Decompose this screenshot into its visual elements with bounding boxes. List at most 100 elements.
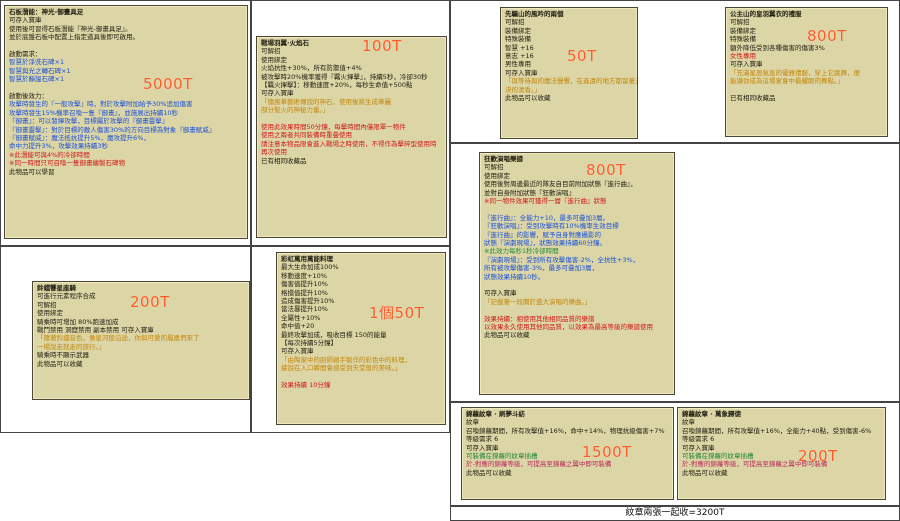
- concert-score-price: 800T: [586, 161, 626, 179]
- tooltip-line: 使用之兩者共同裝備時重疊使用: [261, 131, 352, 140]
- tooltip-line: 已有相同收藏品: [261, 156, 307, 165]
- tooltip-line: 於-對應的錦蘿等級，可提高至錦蘿之翼中即可裝備: [682, 460, 828, 469]
- tooltip-line: 使用後對周邊最近的隊友自目前附加狀態『進行曲』，: [484, 180, 637, 189]
- tooltip-line: 『狂歡演唱』：受到攻擊時有10%機率生效目標: [484, 222, 619, 231]
- tooltip-line: 效果持續 10分鐘: [281, 381, 331, 390]
- badge-allvirtue-tooltip: 錦蘿紋章 · 萬象歸德 紋章 召喚錦蘿期間，所有攻擊值+16%，全能力+40點，受到…: [677, 407, 886, 500]
- tooltip-line: 使用綁定: [261, 55, 287, 64]
- tooltip-title: 公主山的皇羽翼衣的禮服: [730, 10, 802, 18]
- tooltip-line: 特殊裝備: [505, 35, 531, 44]
- tooltip-title: 石板潛能：神光-御畫具足: [9, 8, 84, 16]
- tooltip-line: 一場說走就走的旅行。」: [37, 342, 106, 351]
- tooltip-line: 可存入寶庫: [9, 16, 42, 25]
- tooltip-line: 「隨著鈴鐺音色，像星河般沿途，你與可愛的鳳凰們來了: [37, 334, 200, 343]
- tooltip-line: 使用後可習得石板潛能『神光-御畫具足』。: [9, 24, 132, 33]
- tooltip-line: 可解招: [505, 18, 525, 27]
- tooltip-line: 據說在入口瞬間會感受到天堂般的美味。」: [281, 364, 402, 373]
- rainbow-dish-price: 1個50T: [369, 304, 425, 322]
- tooltip-line: 於-對應的錦蘿等級，可提高至錦蘿之翼中即可裝備: [466, 460, 612, 469]
- tooltip-line: 再次使用: [261, 148, 287, 157]
- tooltip-line: 可存入寶庫: [281, 347, 314, 356]
- aeolian-outfit-price: 50T: [567, 47, 597, 65]
- tooltip-line: 並對自身附加狀態『狂歡演唱』: [484, 188, 575, 197]
- tooltip-title: 狂歡演唱樂譜: [484, 155, 523, 163]
- badge-dreamweave-tooltip: 錦蘿紋章 · 刷夢斗紡 紋章 召喚錦蘿期間，所有攻擊值+16%，命中+14%，物理抗…: [461, 407, 674, 500]
- stone-tablet-tooltip: 石板潛能：神光-御畫具足 可存入寶庫 使用後可習得石板潛能『神光-御畫具足』。 並於底…: [4, 5, 248, 239]
- tooltip-line: 智慧與光之轉石碑×1: [9, 66, 71, 75]
- tooltip-line: 「隨風華藝術傳說的神石，使用後將生成華麗: [261, 97, 391, 106]
- tooltip-line: [484, 205, 670, 213]
- tooltip-line: 狀態效果持續10秒。: [484, 272, 545, 281]
- wing-stone-price: 100T: [362, 37, 402, 55]
- tooltip-line: 可存入寶庫: [261, 89, 294, 98]
- tooltip-line: [730, 86, 883, 94]
- tooltip-line: 可存入寶庫: [466, 443, 499, 452]
- tooltip-line: 使用綁定: [484, 171, 510, 180]
- tooltip-title: 戰場羽翼·火焰石: [261, 39, 309, 47]
- tooltip-line: 紋章: [682, 418, 695, 427]
- tooltip-line: 等級需求 6: [682, 435, 715, 444]
- bell-mount-price: 200T: [130, 293, 170, 311]
- aeolian-outfit-tooltip: 先驅山的風吟的兩個 可解招 裝備綁定 特殊裝備 智慧 +16 意志 +16 男性專用 可存入寶…: [500, 7, 638, 139]
- tooltip-line: [9, 42, 243, 50]
- wing-stone-tooltip: 戰場羽翼·火焰石 可解招 使用綁定 火焰抗性+30%，所有防禦值+4% 被攻擊時20%機…: [256, 36, 447, 238]
- tooltip-line: [261, 115, 442, 123]
- tooltip-line: 等級需求 6: [466, 435, 499, 444]
- tooltip-line: 此物品可以收藏: [466, 468, 512, 477]
- tooltip-line: 移動速度+10%: [281, 271, 327, 280]
- tooltip-line: 火焰抗性+30%，所有防禦值+4%: [261, 64, 362, 73]
- tooltip-line: 此物品可以收藏: [682, 468, 728, 477]
- tooltip-title: 錦蘿紋章 · 刷夢斗紡: [466, 410, 525, 418]
- tooltip-line: ※同一時間只可召喚一隻御畫繪製石碑物: [9, 159, 125, 168]
- tooltip-line: 所有被攻擊傷害-3%，最多可疊加3層，: [484, 264, 599, 273]
- tooltip-line: 可存入寶庫: [484, 289, 517, 298]
- tooltip-line: 『進行曲』的影響，賦予自身對應攝影的: [484, 230, 601, 239]
- tooltip-line: 智慧於淨洗石碑×1: [9, 58, 65, 67]
- tooltip-line: 『演劇現場』：受到所有攻擊傷害-2%，全抗性+3%，: [484, 255, 640, 264]
- tooltip-line: 攻擊時發生的『一般攻擊』時，對於攻擊附加給予30%追加傷害: [9, 100, 193, 109]
- badge-dreamweave-price: 1500T: [582, 443, 632, 461]
- bundle-price-note: 紋章兩張一起收=3200T: [450, 506, 900, 521]
- princess-dress-price: 800T: [807, 27, 847, 45]
- tooltip-line: 「充滿星辰氣息的優雅禮服，穿上它跳舞，便: [730, 68, 860, 77]
- tooltip-line: 並於底盤石板中配置上指定道具後即可啟用。: [9, 33, 139, 42]
- tooltip-line: 此物品可以收藏: [37, 359, 83, 368]
- tooltip-line: 命中力提升3%，攻擊效果持續3秒: [9, 142, 108, 151]
- tooltip-line: ※同一物件效果可獲得一層『進行曲』狀態: [484, 197, 607, 206]
- tooltip-line: 可解招: [730, 18, 750, 27]
- tooltip-line: 此物品可以收藏: [484, 331, 530, 340]
- tooltip-line: 『進行曲』：全能力+10，最多可疊加3層。: [484, 213, 610, 222]
- tooltip-line: 最大生命加成100%: [281, 263, 339, 272]
- tooltip-line: [484, 306, 670, 314]
- tooltip-line: 被攻擊時20%機率獲得『羈火揮擊』，持續5秒，冷卻30秒: [261, 72, 428, 81]
- tooltip-line: 『御畫』：可以發揮攻擊，目標屬於攻擊的『御畫靈擊』: [9, 117, 169, 126]
- tooltip-line: [9, 84, 243, 92]
- tooltip-line: 決的清香。」: [505, 85, 541, 94]
- tooltip-line: 騎乘時可增加 80%跑速加成: [37, 317, 119, 326]
- tooltip-line: 『御畫靈擊』：對於目標的敵人傷害30%的方向目標為對象『御畫賦威』: [9, 125, 216, 134]
- tooltip-line: 「記載著一段關於盛大演唱的樂曲。」: [484, 297, 592, 306]
- tooltip-line: 效果持續：相使用其他相同品質的樂譜: [484, 314, 595, 323]
- tooltip-line: 可存入寶庫: [682, 443, 715, 452]
- tooltip-title: 錦蘿紋章 · 萬象歸德: [682, 410, 741, 418]
- concert-score-tooltip: 狂歡演唱樂譜 可解招 使用綁定 使用後對周邊最近的隊友自目前附加狀態『進行曲』， 並對自…: [479, 152, 675, 395]
- tooltip-line: 裝備綁定: [505, 26, 531, 35]
- tooltip-line: 智慧於靜謐石碑×1: [9, 75, 65, 84]
- tooltip-line: 傷害值提升10%: [281, 280, 328, 289]
- tooltip-line: 召喚錦蘿期間，所有攻擊值+16%，全能力+40點，受到傷害-6%: [682, 426, 872, 435]
- tooltip-line: 能讓你成為這場宴會中最耀眼的舞點。」: [730, 77, 844, 86]
- tooltip-line: 召喚錦蘿期間，所有攻擊值+16%，命中+14%，物理抗級傷害+7%: [466, 426, 665, 435]
- tooltip-line: 此物品可以收藏: [505, 94, 551, 103]
- tooltip-line: 部分聖火的神秘力量。」: [261, 106, 330, 115]
- tooltip-line: 可存入寶庫: [730, 60, 763, 69]
- badge-allvirtue-price: 200T: [798, 447, 838, 465]
- stone-tablet-price: 5000T: [143, 75, 193, 93]
- rainbow-dish-tooltip: 彩虹萬用萬能料理 最大生命加成100% 移動速度+10% 傷害值提升10% 格擋值提升1…: [276, 252, 446, 425]
- tooltip-line: 已有相同收藏品: [730, 94, 776, 103]
- tooltip-line: 可存入寶庫: [505, 68, 538, 77]
- tooltip-line: ※此效力每秒1秒冷卻時間: [484, 247, 559, 256]
- tooltip-line: 可解招: [484, 163, 504, 172]
- tooltip-line: 「與等待與的魔法聲響，在遙遠的地方都留著沒: [505, 77, 638, 86]
- tooltip-line: 可解招: [261, 47, 281, 56]
- tooltip-line: 請注意本物品限會進入戰場之時使用，不得作為擊碎型使用時: [261, 139, 437, 148]
